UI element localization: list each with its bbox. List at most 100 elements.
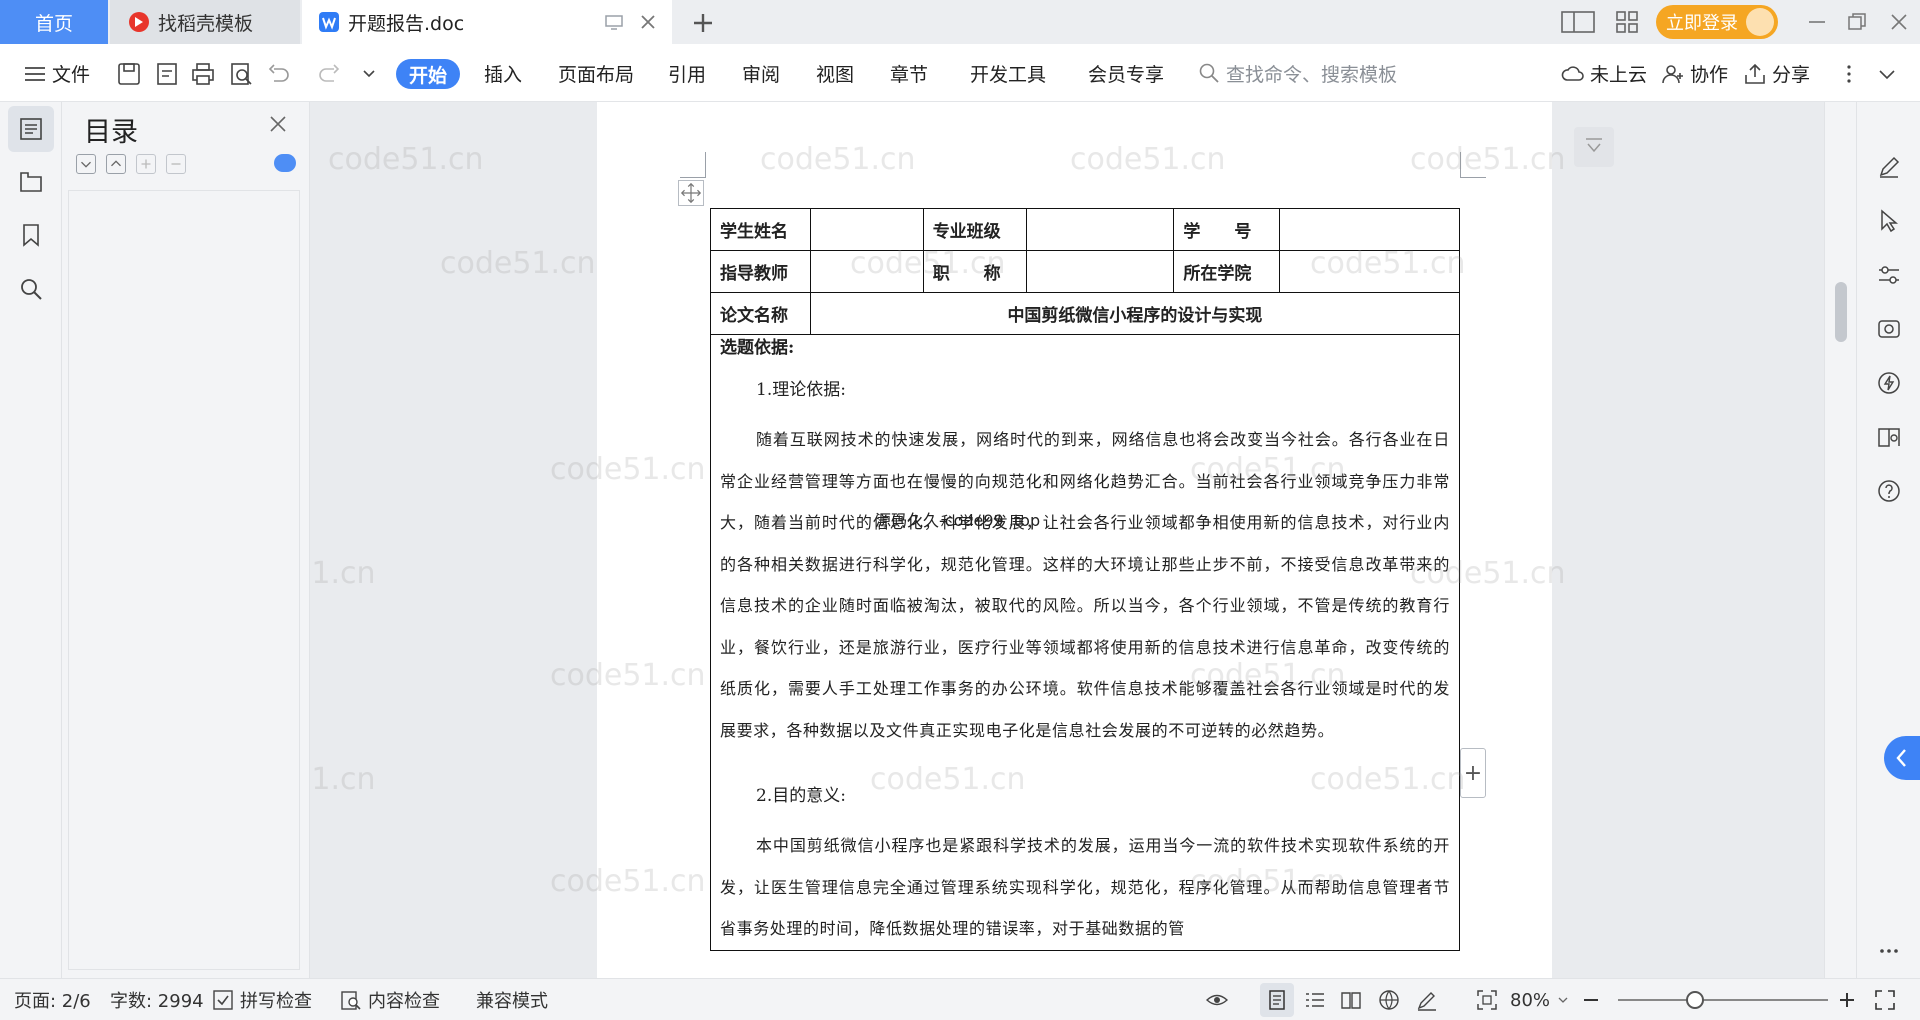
share-button[interactable]: 分享 — [1772, 44, 1810, 102]
basis-cell[interactable]: 选题依据: 1.理论依据: 随着互联网技术的快速发展，网络时代的到来，网络信息也… — [710, 334, 1460, 951]
collapse-ribbon-icon[interactable] — [1874, 61, 1900, 87]
major-class-value[interactable] — [1025, 208, 1175, 251]
login-button[interactable]: 立即登录 — [1656, 5, 1778, 39]
search-icon[interactable] — [18, 276, 44, 302]
outline-view-icon[interactable] — [1304, 989, 1326, 1011]
apps-grid-icon[interactable] — [1614, 9, 1640, 35]
tab-document[interactable]: 开题报告.doc — [302, 0, 672, 44]
zoom-out-icon[interactable] — [1580, 989, 1602, 1011]
cloud-status-label: 未上云 — [1590, 63, 1648, 86]
overlay-watermark-text: 源码久久-code99 .top — [875, 511, 1041, 530]
display-mode-icon[interactable] — [604, 12, 624, 32]
fullscreen-icon[interactable] — [1874, 989, 1896, 1011]
tab-start[interactable]: 开始 — [396, 59, 460, 89]
plus-icon: + — [1463, 760, 1483, 786]
fit-page-icon[interactable] — [1476, 989, 1498, 1011]
zoom-slider-handle[interactable] — [1686, 991, 1704, 1009]
pen-icon[interactable] — [1876, 154, 1902, 180]
help-icon[interactable] — [1876, 478, 1902, 504]
page-indicator[interactable]: 页面: 2/6 — [14, 979, 91, 1020]
chevron-down-icon[interactable] — [1556, 993, 1570, 1007]
save-icon[interactable] — [116, 61, 142, 87]
print-preview-icon[interactable] — [228, 61, 254, 87]
redo-icon[interactable] — [316, 61, 342, 87]
zoom-in-icon[interactable] — [1836, 989, 1858, 1011]
vertical-scrollbar[interactable] — [1824, 102, 1856, 978]
web-view-icon[interactable] — [1378, 989, 1400, 1011]
toc-smart-icon[interactable] — [274, 154, 296, 172]
side-panel-toggle[interactable] — [1884, 736, 1920, 780]
close-window-icon[interactable] — [1886, 9, 1912, 35]
bookmark-icon[interactable] — [18, 222, 44, 248]
title-value[interactable] — [1025, 250, 1175, 293]
resource-icon[interactable] — [1876, 316, 1902, 342]
command-search-input[interactable]: 查找命令、搜索模板 — [1226, 57, 1426, 89]
table-row: 学生姓名 专业班级 学 号 — [710, 208, 1460, 251]
tab-page-layout[interactable]: 页面布局 — [558, 44, 634, 102]
tab-references[interactable]: 引用 — [668, 44, 706, 102]
lightning-icon[interactable] — [1876, 370, 1902, 396]
content-check-label: 内容检查 — [368, 991, 440, 1012]
tab-review[interactable]: 审阅 — [742, 44, 780, 102]
eye-protect-icon[interactable] — [1206, 989, 1228, 1011]
menu-file[interactable]: 文件 — [52, 44, 90, 102]
tab-page-layout-label: 页面布局 — [558, 63, 635, 86]
toc-expand-button[interactable] — [76, 154, 96, 174]
tab-view[interactable]: 视图 — [816, 44, 854, 102]
toc-list — [68, 190, 300, 970]
compat-mode-label: 兼容模式 — [476, 991, 548, 1012]
spellcheck-button[interactable]: 拼写检查 — [240, 979, 312, 1020]
word-count[interactable]: 字数: 2994 — [110, 979, 204, 1020]
book-search-icon[interactable] — [1876, 424, 1902, 450]
more-vertical-icon[interactable] — [1836, 61, 1862, 87]
tab-template-store[interactable]: 找稻壳模板 — [110, 0, 300, 44]
table-add-row-button[interactable]: + — [1460, 748, 1486, 798]
undo-icon[interactable] — [266, 61, 292, 87]
tab-home[interactable]: 首页 — [0, 0, 108, 44]
content-check-button[interactable]: 内容检查 — [368, 979, 440, 1020]
close-tab-icon[interactable] — [638, 12, 658, 32]
export-pdf-icon[interactable] — [154, 61, 180, 87]
student-id-value[interactable] — [1279, 208, 1460, 251]
scrollbar-thumb[interactable] — [1835, 282, 1847, 342]
left-rail — [0, 102, 62, 978]
cloud-status[interactable]: 未上云 — [1590, 44, 1647, 102]
tab-insert[interactable]: 插入 — [484, 44, 522, 102]
restore-icon[interactable] — [1844, 9, 1870, 35]
proposal-form-table: 学生姓名 专业班级 学 号 指导教师 职 称 所在学院 论文名称 中国剪纸微信小… — [710, 208, 1461, 951]
layout-switch-icon[interactable] — [1560, 9, 1596, 35]
more-horizontal-icon[interactable] — [1876, 938, 1902, 964]
thesis-title[interactable]: 中国剪纸微信小程序的设计与实现 — [809, 292, 1461, 335]
toc-icon[interactable] — [18, 116, 44, 142]
table-move-handle[interactable] — [678, 180, 704, 206]
login-button-label: 立即登录 — [1666, 13, 1738, 34]
new-tab-icon[interactable] — [690, 10, 716, 36]
zoom-level[interactable]: 80% — [1510, 979, 1550, 1020]
crop-mark — [1460, 152, 1486, 178]
chevron-down-icon[interactable] — [356, 61, 382, 87]
tab-member[interactable]: 会员专享 — [1088, 44, 1164, 102]
minimize-icon[interactable] — [1804, 9, 1830, 35]
page-view-icon[interactable] — [1266, 989, 1288, 1011]
major-class-label: 专业班级 — [922, 208, 1027, 251]
zoom-slider[interactable] — [1618, 999, 1828, 1001]
student-name-value[interactable] — [809, 208, 924, 251]
reading-view-icon[interactable] — [1340, 989, 1362, 1011]
toc-collapse-button[interactable] — [106, 154, 126, 174]
sliders-icon[interactable] — [1876, 262, 1902, 288]
college-value[interactable] — [1279, 250, 1460, 293]
menu-hamburger-icon[interactable] — [22, 61, 48, 87]
crop-mark — [680, 152, 706, 178]
toc-remove-button[interactable] — [166, 154, 186, 174]
tab-developer[interactable]: 开发工具 — [970, 44, 1046, 102]
page-tool-button[interactable] — [1574, 127, 1614, 167]
pointer-icon[interactable] — [1876, 208, 1902, 234]
advisor-value[interactable] — [809, 250, 924, 293]
tab-chapter[interactable]: 章节 — [890, 44, 928, 102]
write-mode-icon[interactable] — [1416, 989, 1438, 1011]
toc-add-button[interactable] — [136, 154, 156, 174]
nav-pane-icon[interactable] — [18, 168, 44, 194]
print-icon[interactable] — [190, 61, 216, 87]
close-icon[interactable] — [268, 114, 288, 134]
collaborate-button[interactable]: 协作 — [1690, 44, 1728, 102]
